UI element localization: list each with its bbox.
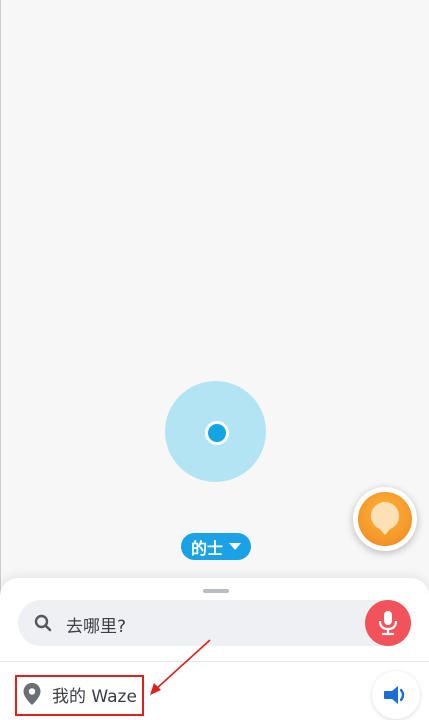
- sound-settings-button[interactable]: [372, 671, 420, 719]
- waze-mood-icon: [358, 492, 412, 546]
- voice-search-button[interactable]: [365, 600, 411, 646]
- transport-mode-chip[interactable]: 的士: [181, 533, 251, 560]
- search-bar[interactable]: 去哪里?: [18, 600, 411, 646]
- sheet-drag-handle[interactable]: [203, 589, 229, 593]
- sheet-divider: [0, 661, 429, 662]
- annotation-highlight-box: [15, 675, 144, 716]
- search-input[interactable]: 去哪里?: [66, 612, 126, 637]
- waze-mood-button[interactable]: [353, 487, 417, 551]
- current-location-dot: [205, 421, 229, 445]
- map-edge-line: [0, 0, 1, 600]
- chevron-down-icon: [229, 543, 241, 550]
- search-icon: [34, 614, 52, 632]
- transport-mode-label: 的士: [190, 538, 223, 558]
- speaker-icon: [384, 686, 405, 704]
- microphone-icon: [378, 611, 398, 636]
